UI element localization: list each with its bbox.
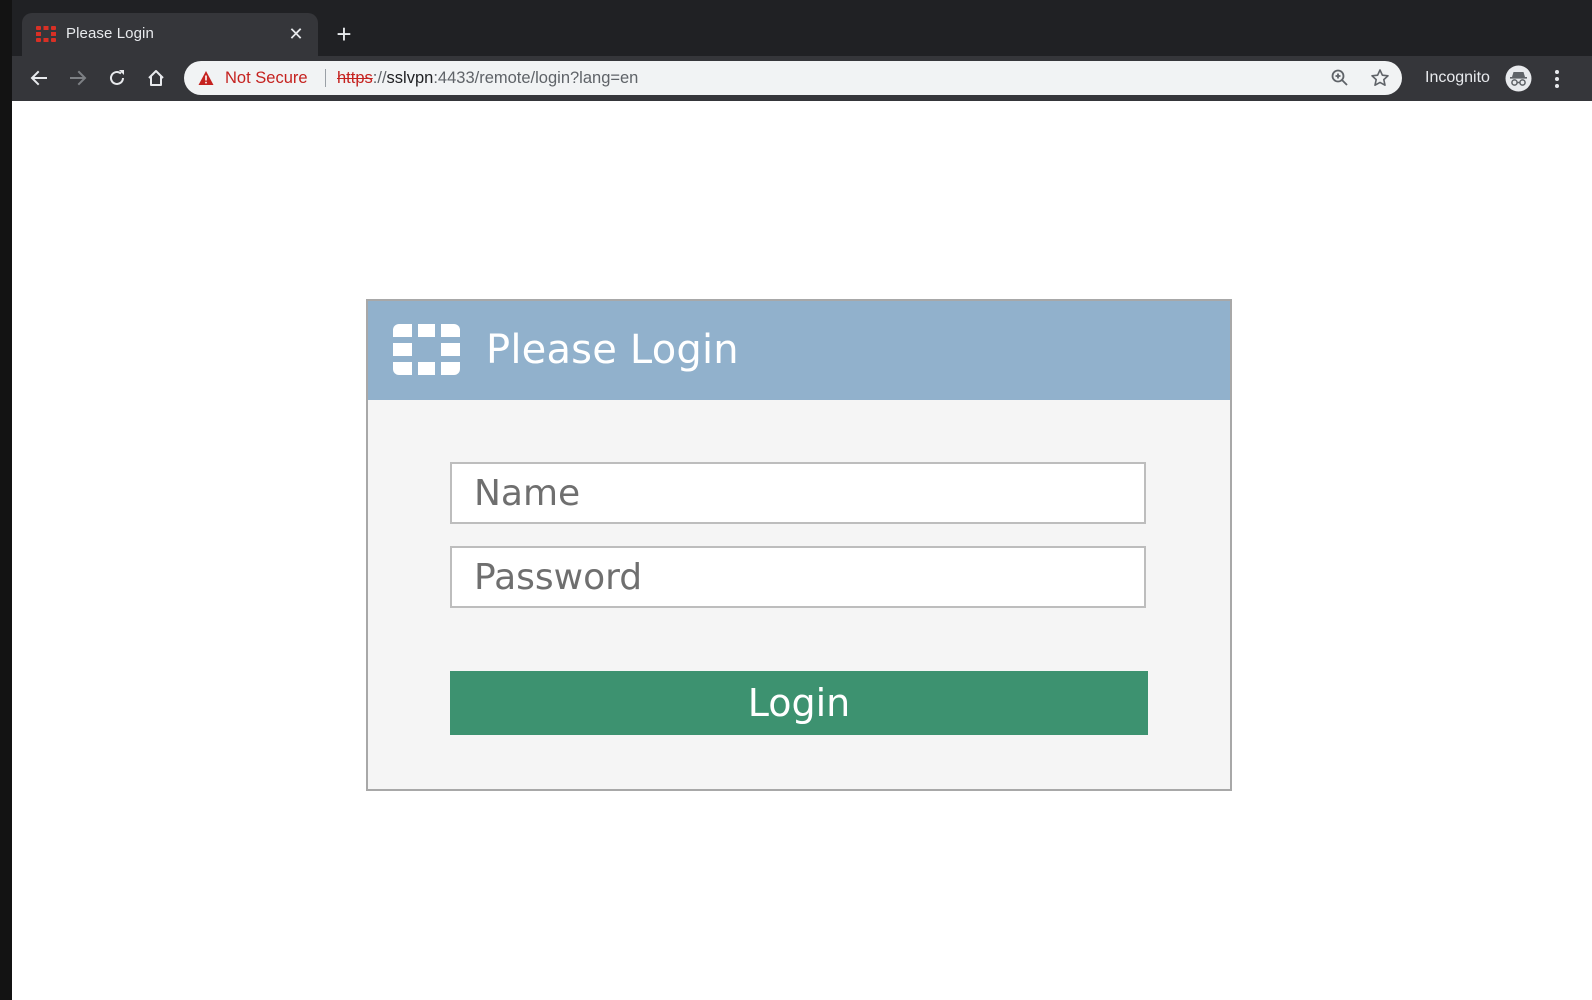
- tab-title: Please Login: [66, 25, 154, 42]
- username-input[interactable]: [450, 462, 1146, 524]
- incognito-label[interactable]: Incognito: [1425, 69, 1490, 87]
- omnibox-divider: [325, 69, 326, 87]
- reload-icon: [110, 70, 124, 85]
- tab-strip: Please Login ✕ +: [12, 0, 1592, 56]
- url-text[interactable]: https://sslvpn:4433/remote/login?lang=en: [337, 69, 638, 88]
- browser-window: Please Login ✕ + Not Secure https://sslv…: [12, 0, 1592, 1000]
- zoom-icon[interactable]: [1330, 68, 1350, 88]
- incognito-icon[interactable]: [1505, 65, 1532, 92]
- url-scheme: https: [337, 69, 373, 87]
- fortinet-favicon-icon: [36, 26, 56, 42]
- password-input[interactable]: [450, 546, 1146, 608]
- new-tab-button[interactable]: +: [332, 21, 356, 47]
- kebab-menu-icon[interactable]: [1552, 68, 1562, 90]
- page-viewport: Please Login Login: [12, 101, 1592, 1000]
- login-title: Please Login: [486, 327, 739, 373]
- browser-toolbar: Not Secure https://sslvpn:4433/remote/lo…: [12, 56, 1592, 101]
- login-button[interactable]: Login: [450, 671, 1148, 735]
- back-arrow-icon: [30, 70, 47, 86]
- home-icon: [148, 70, 164, 86]
- login-card: Please Login Login: [366, 299, 1232, 791]
- tab-please-login[interactable]: Please Login ✕: [22, 13, 318, 56]
- url-separator: ://: [372, 69, 387, 87]
- security-status-label[interactable]: Not Secure: [225, 69, 308, 88]
- tab-close-icon[interactable]: ✕: [286, 24, 306, 44]
- fortinet-logo-icon: [393, 324, 460, 375]
- address-bar[interactable]: Not Secure https://sslvpn:4433/remote/lo…: [184, 61, 1402, 95]
- forward-button[interactable]: [65, 65, 91, 91]
- back-button[interactable]: [26, 65, 52, 91]
- url-path: :4433/remote/login?lang=en: [433, 69, 639, 87]
- forward-arrow-icon: [70, 70, 87, 86]
- star-icon[interactable]: [1370, 68, 1390, 88]
- url-host: sslvpn: [386, 69, 434, 87]
- warning-icon: [198, 71, 214, 85]
- login-card-header: Please Login: [368, 301, 1230, 400]
- home-button[interactable]: [143, 65, 169, 91]
- reload-button[interactable]: [104, 65, 130, 91]
